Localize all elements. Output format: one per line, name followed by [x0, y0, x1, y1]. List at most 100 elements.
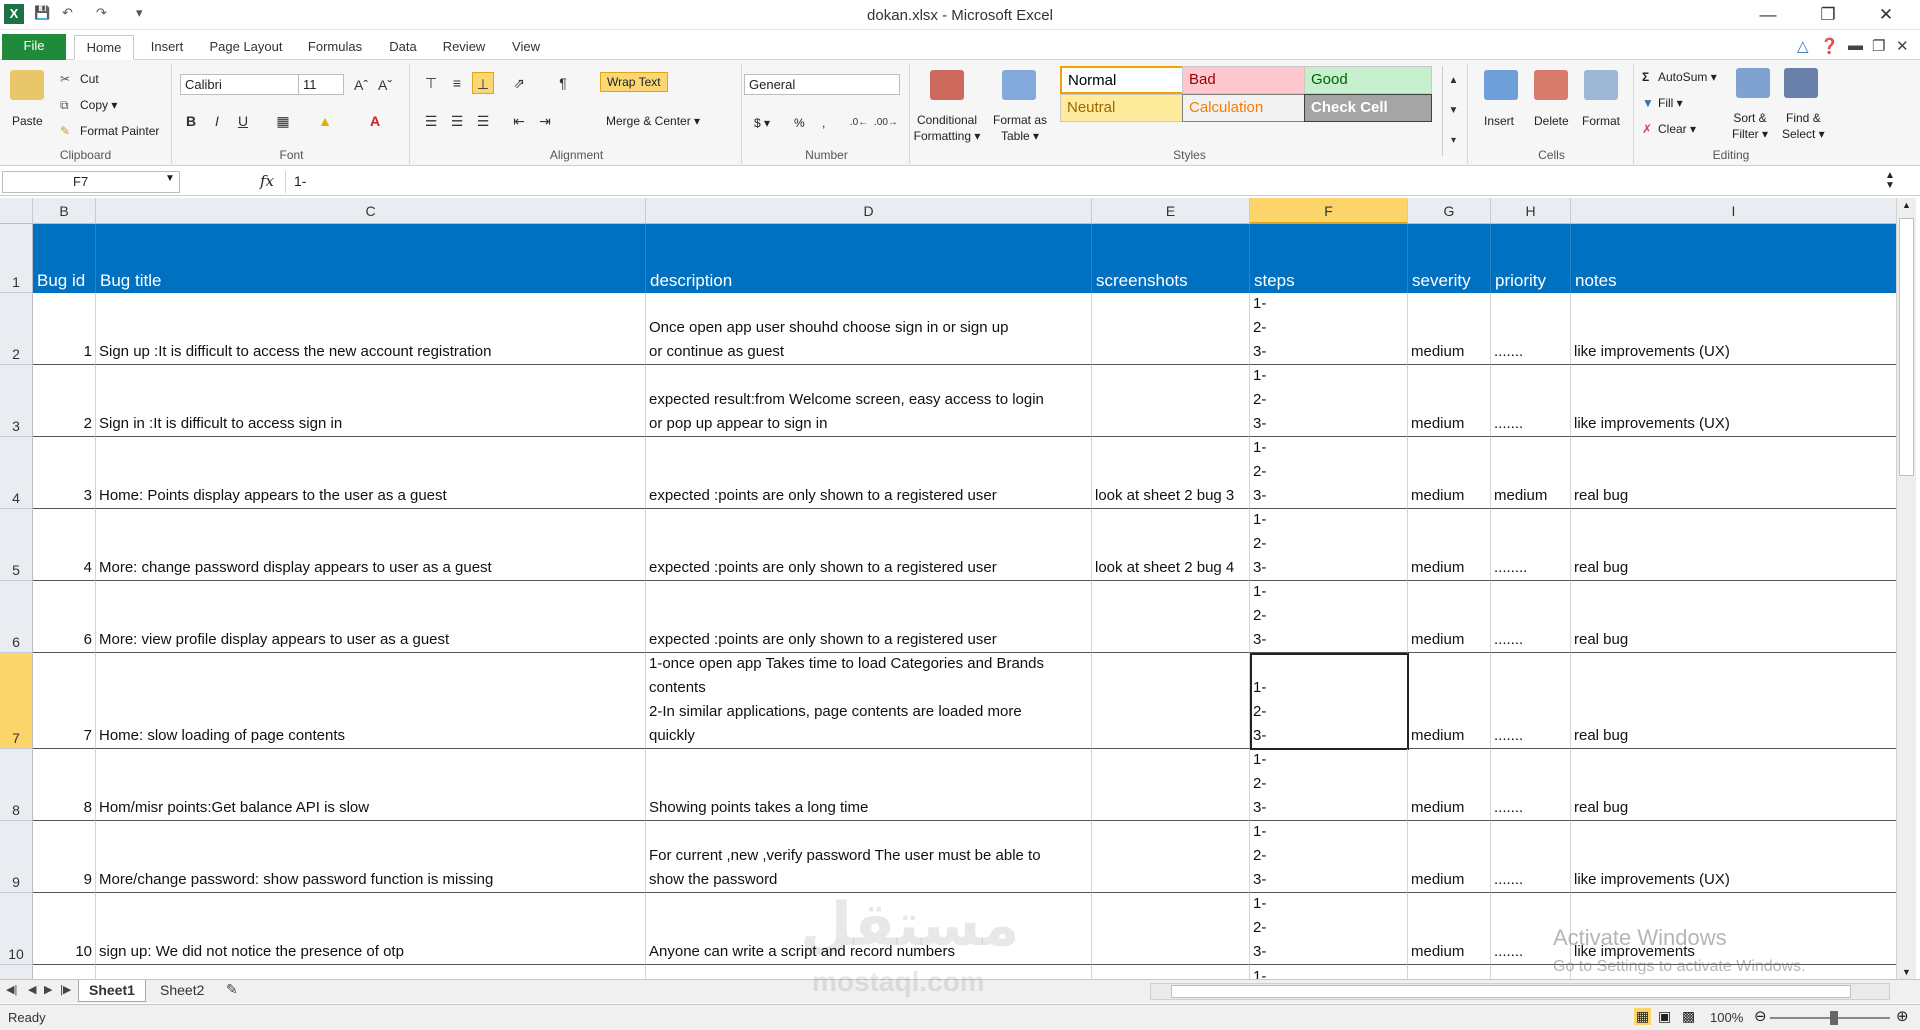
cell-screenshots[interactable]	[1092, 965, 1250, 979]
cell-severity[interactable]	[1408, 965, 1491, 979]
row-header[interactable]: 8	[0, 749, 33, 821]
format-painter-icon[interactable]: ✎	[60, 124, 70, 138]
cell-steps[interactable]: 1-	[1250, 965, 1408, 979]
cell-screenshots[interactable]: look at sheet 2 bug 4	[1092, 509, 1250, 581]
format-cells-icon[interactable]	[1584, 70, 1618, 100]
format-button[interactable]: Format	[1582, 114, 1620, 128]
cell-screenshots[interactable]: look at sheet 2 bug 3	[1092, 437, 1250, 509]
collapse-ribbon-icon[interactable]: △	[1797, 37, 1809, 55]
prev-sheet-icon[interactable]: ◀	[28, 983, 36, 996]
autosum-button[interactable]: AutoSum ▾	[1658, 70, 1717, 84]
fill-color-icon[interactable]: ▲	[314, 110, 336, 132]
cell-title[interactable]: More/change password: show password func…	[96, 821, 646, 893]
borders-icon[interactable]: ▦	[272, 110, 294, 132]
tab-home[interactable]: Home	[74, 35, 134, 60]
cell-description[interactable]: expected :points are only shown to a reg…	[646, 437, 1092, 509]
cell-description[interactable]: Once open app user shouhd choose sign in…	[646, 293, 1092, 365]
insert-sheet-icon[interactable]: ✎	[226, 981, 238, 998]
header-cell-screenshots[interactable]: screenshots	[1092, 224, 1250, 293]
font-color-icon[interactable]: A	[364, 110, 386, 132]
header-cell-priority[interactable]: priority	[1491, 224, 1571, 293]
cell-steps[interactable]: 1- 2- 3-	[1250, 293, 1408, 365]
tab-page-layout[interactable]: Page Layout	[204, 35, 288, 60]
column-header-f[interactable]: F	[1250, 198, 1408, 224]
formula-input[interactable]: 1-	[285, 171, 1885, 193]
align-bottom-icon[interactable]: ⊥	[472, 72, 494, 94]
cell-notes[interactable]: like improvements (UX)	[1571, 365, 1896, 437]
cell-style-bad[interactable]: Bad	[1182, 66, 1310, 94]
cell-screenshots[interactable]	[1092, 749, 1250, 821]
insert-cells-icon[interactable]	[1484, 70, 1518, 100]
increase-indent-icon[interactable]: ⇥	[534, 110, 556, 132]
format-painter-button[interactable]: Format Painter	[80, 124, 159, 138]
tab-insert[interactable]: Insert	[142, 35, 192, 60]
cell-severity[interactable]: medium	[1408, 437, 1491, 509]
cell-style-neutral[interactable]: Neutral	[1060, 94, 1188, 122]
close-button[interactable]: ✕	[1866, 4, 1906, 26]
restore-workbook-icon[interactable]: ❐	[1872, 37, 1885, 55]
cell-priority[interactable]: .......	[1491, 821, 1571, 893]
italic-button[interactable]: I	[206, 110, 228, 132]
cell-steps[interactable]: 1- 2- 3-	[1250, 749, 1408, 821]
currency-button[interactable]: $ ▾	[754, 116, 770, 130]
cell-id[interactable]: 3	[33, 437, 96, 509]
minimize-button[interactable]: —	[1748, 4, 1788, 26]
header-cell-id[interactable]: Bug id	[33, 224, 96, 293]
grow-font-icon[interactable]: Aˆ	[350, 74, 372, 96]
cell-steps[interactable]: 1- 2- 3-	[1250, 581, 1408, 653]
cell-steps[interactable]: 1- 2- 3-	[1250, 653, 1408, 749]
cell-priority[interactable]: ........	[1491, 509, 1571, 581]
tab-formulas[interactable]: Formulas	[300, 35, 370, 60]
cell-notes[interactable]: real bug	[1571, 749, 1896, 821]
close-workbook-icon[interactable]: ✕	[1896, 37, 1909, 55]
column-header-b[interactable]: B	[33, 198, 96, 224]
cell-screenshots[interactable]	[1092, 365, 1250, 437]
copy-icon[interactable]: ⧉	[60, 98, 69, 113]
cell-notes[interactable]: like improvements (UX)	[1571, 821, 1896, 893]
cell-title[interactable]: Sign up :It is difficult to access the n…	[96, 293, 646, 365]
styles-scroll-icon[interactable]: ▲ ▼ ▾	[1442, 66, 1464, 156]
scroll-down-icon[interactable]: ▼	[1902, 967, 1911, 977]
merge-center-button[interactable]: Merge & Center ▾	[606, 114, 700, 128]
zoom-slider-knob[interactable]	[1830, 1011, 1838, 1025]
header-cell-notes[interactable]: notes	[1571, 224, 1896, 293]
cell-steps[interactable]: 1- 2- 3-	[1250, 821, 1408, 893]
cell-id[interactable]: 4	[33, 509, 96, 581]
cell-priority[interactable]: .......	[1491, 749, 1571, 821]
font-size-select[interactable]: 11	[298, 74, 344, 95]
cell-description[interactable]: Showing points takes a long time	[646, 749, 1092, 821]
cell-notes[interactable]: real bug	[1571, 509, 1896, 581]
scroll-up-icon[interactable]: ▲	[1902, 200, 1911, 210]
orientation-icon[interactable]: ⇗	[508, 72, 530, 94]
zoom-out-icon[interactable]: ⊖	[1754, 1007, 1767, 1025]
align-left-icon[interactable]: ☰	[420, 110, 442, 132]
help-icon[interactable]: ❓	[1820, 37, 1839, 55]
bold-button[interactable]: B	[180, 110, 202, 132]
fill-button[interactable]: Fill ▾	[1658, 96, 1683, 110]
row-header[interactable]: 6	[0, 581, 33, 653]
cell-title[interactable]: More: change password display appears to…	[96, 509, 646, 581]
row-header[interactable]	[0, 965, 33, 979]
header-cell-title[interactable]: Bug title	[96, 224, 646, 293]
row-header[interactable]: 10	[0, 893, 33, 965]
cell-severity[interactable]: medium	[1408, 509, 1491, 581]
clear-button[interactable]: Clear ▾	[1658, 122, 1696, 136]
sort-filter-button[interactable]: Sort & Filter ▾	[1732, 110, 1768, 142]
cell-title[interactable]: Hom/misr points:Get balance API is slow	[96, 749, 646, 821]
sheet-tab-sheet1[interactable]: Sheet1	[78, 980, 146, 1002]
cell-style-check-cell[interactable]: Check Cell	[1304, 94, 1432, 122]
header-cell-steps[interactable]: steps	[1250, 224, 1408, 293]
cell-severity[interactable]: medium	[1408, 581, 1491, 653]
text-direction-icon[interactable]: ¶	[552, 72, 574, 94]
row-header[interactable]: 3	[0, 365, 33, 437]
column-header-c[interactable]: C	[96, 198, 646, 224]
delete-button[interactable]: Delete	[1534, 114, 1569, 128]
expand-formula-icon[interactable]: ▲ ▼	[1885, 171, 1895, 191]
row-header[interactable]: 5	[0, 509, 33, 581]
cell-id[interactable]: 7	[33, 653, 96, 749]
select-all-corner[interactable]	[0, 198, 33, 224]
cut-icon[interactable]: ✂	[60, 72, 70, 86]
cell-screenshots[interactable]	[1092, 581, 1250, 653]
cell-notes[interactable]: real bug	[1571, 581, 1896, 653]
tab-review[interactable]: Review	[436, 35, 492, 60]
